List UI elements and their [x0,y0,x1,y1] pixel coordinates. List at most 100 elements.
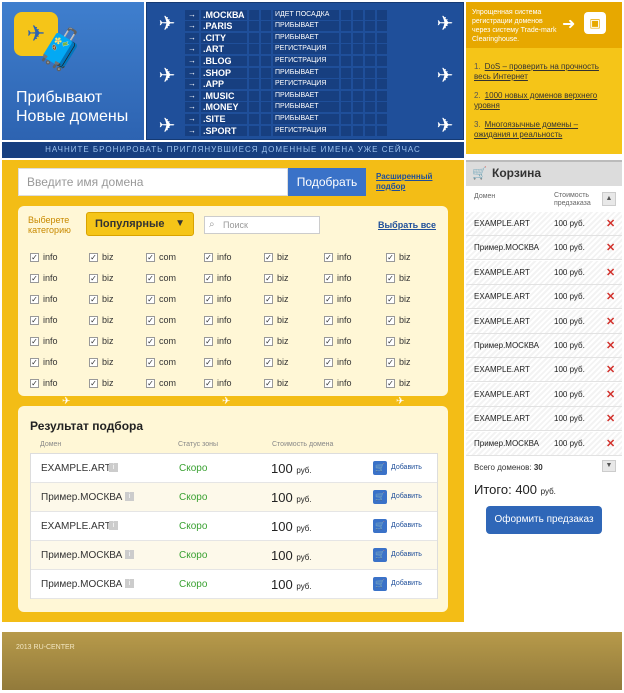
zone-checkbox[interactable]: ✓ biz [89,273,114,283]
checkbox-checked-icon[interactable]: ✓ [204,252,213,262]
add-to-cart-icon[interactable]: 🛒 [373,577,387,591]
checkbox-checked-icon[interactable]: ✓ [204,357,213,367]
zone-checkbox[interactable]: ✓ info [30,357,58,367]
news-item[interactable]: 2. 1000 новых доменов верхнего уровня [474,91,614,111]
zone-checkbox[interactable]: ✓ biz [89,252,114,262]
checkbox-checked-icon[interactable]: ✓ [264,315,273,325]
zone-checkbox[interactable]: ✓ biz [264,273,289,283]
checkbox-checked-icon[interactable]: ✓ [30,378,39,388]
zone-checkbox[interactable]: ✓ info [324,357,352,367]
zone-checkbox[interactable]: ✓ info [204,273,232,283]
zone-checkbox[interactable]: ✓ info [204,252,232,262]
add-to-cart-link[interactable]: Добавить [391,493,422,500]
checkbox-checked-icon[interactable]: ✓ [386,357,395,367]
zone-checkbox[interactable]: ✓ biz [89,315,114,325]
zone-checkbox[interactable]: ✓ biz [386,273,411,283]
info-icon[interactable]: i [125,579,134,588]
info-icon[interactable]: i [109,463,118,472]
zone-checkbox[interactable]: ✓ info [30,378,58,388]
checkbox-checked-icon[interactable]: ✓ [324,273,333,283]
zone-checkbox[interactable]: ✓ com [146,315,176,325]
zone-checkbox[interactable]: ✓ biz [264,252,289,262]
checkbox-checked-icon[interactable]: ✓ [30,357,39,367]
zone-checkbox[interactable]: ✓ biz [89,357,114,367]
news-item[interactable]: 1. DoS – проверить на прочность весь Инте… [474,62,614,82]
zone-checkbox[interactable]: ✓ biz [386,336,411,346]
add-to-cart-link[interactable]: Добавить [391,580,422,587]
category-dropdown[interactable]: Популярные ▼ [86,212,194,236]
news-link[interactable]: DoS – проверить на прочность весь Интерн… [474,62,599,81]
advanced-search-link[interactable]: Расширенный подбор [376,172,436,192]
zone-checkbox[interactable]: ✓ info [324,294,352,304]
checkbox-checked-icon[interactable]: ✓ [89,273,98,283]
zone-checkbox[interactable]: ✓ info [324,273,352,283]
checkbox-checked-icon[interactable]: ✓ [89,378,98,388]
search-button[interactable]: Подобрать [288,168,366,196]
checkbox-checked-icon[interactable]: ✓ [89,252,98,262]
zone-checkbox[interactable]: ✓ biz [264,378,289,388]
preorder-button[interactable]: Оформить предзаказ [486,506,602,534]
zone-checkbox[interactable]: ✓ info [30,252,58,262]
checkbox-checked-icon[interactable]: ✓ [30,273,39,283]
zone-checkbox[interactable]: ✓ biz [89,294,114,304]
add-to-cart-icon[interactable]: 🛒 [373,490,387,504]
checkbox-checked-icon[interactable]: ✓ [324,294,333,304]
zone-checkbox[interactable]: ✓ info [30,294,58,304]
zone-checkbox[interactable]: ✓ biz [264,357,289,367]
checkbox-checked-icon[interactable]: ✓ [89,336,98,346]
checkbox-checked-icon[interactable]: ✓ [30,252,39,262]
checkbox-checked-icon[interactable]: ✓ [264,294,273,304]
info-icon[interactable]: i [109,521,118,530]
checkbox-checked-icon[interactable]: ✓ [89,294,98,304]
checkbox-checked-icon[interactable]: ✓ [386,252,395,262]
checkbox-checked-icon[interactable]: ✓ [146,315,155,325]
zone-checkbox[interactable]: ✓ info [324,336,352,346]
checkbox-checked-icon[interactable]: ✓ [324,315,333,325]
checkbox-checked-icon[interactable]: ✓ [324,336,333,346]
checkbox-checked-icon[interactable]: ✓ [89,357,98,367]
checkbox-checked-icon[interactable]: ✓ [386,315,395,325]
checkbox-checked-icon[interactable]: ✓ [146,252,155,262]
zone-checkbox[interactable]: ✓ biz [89,336,114,346]
checkbox-checked-icon[interactable]: ✓ [89,315,98,325]
add-to-cart-icon[interactable]: 🛒 [373,519,387,533]
zone-checkbox[interactable]: ✓ info [30,273,58,283]
checkbox-checked-icon[interactable]: ✓ [30,294,39,304]
checkbox-checked-icon[interactable]: ✓ [146,294,155,304]
zone-checkbox[interactable]: ✓ biz [264,294,289,304]
zone-checkbox[interactable]: ✓ info [30,315,58,325]
checkbox-checked-icon[interactable]: ✓ [324,378,333,388]
checkbox-checked-icon[interactable]: ✓ [204,294,213,304]
zone-checkbox[interactable]: ✓ info [204,315,232,325]
checkbox-checked-icon[interactable]: ✓ [146,378,155,388]
checkbox-checked-icon[interactable]: ✓ [264,252,273,262]
zone-checkbox[interactable]: ✓ com [146,273,176,283]
zone-checkbox[interactable]: ✓ info [204,357,232,367]
zone-checkbox[interactable]: ✓ info [204,336,232,346]
info-icon[interactable]: i [125,550,134,559]
checkbox-checked-icon[interactable]: ✓ [146,357,155,367]
remove-icon[interactable]: ✕ [606,290,615,303]
checkbox-checked-icon[interactable]: ✓ [324,357,333,367]
add-to-cart-link[interactable]: Добавить [391,551,422,558]
news-link[interactable]: 1000 новых доменов верхнего уровня [474,91,597,110]
checkbox-checked-icon[interactable]: ✓ [30,336,39,346]
checkbox-checked-icon[interactable]: ✓ [204,336,213,346]
checkbox-checked-icon[interactable]: ✓ [386,273,395,283]
checkbox-checked-icon[interactable]: ✓ [264,336,273,346]
checkbox-checked-icon[interactable]: ✓ [386,294,395,304]
zone-checkbox[interactable]: ✓ biz [89,378,114,388]
zone-checkbox[interactable]: ✓ com [146,252,176,262]
remove-icon[interactable]: ✕ [606,388,615,401]
add-to-cart-icon[interactable]: 🛒 [373,461,387,475]
news-link[interactable]: Многоязычные домены – ожидания и реально… [474,120,578,139]
checkbox-checked-icon[interactable]: ✓ [30,315,39,325]
zone-checkbox[interactable]: ✓ biz [386,252,411,262]
add-to-cart-icon[interactable]: 🛒 [373,548,387,562]
checkbox-checked-icon[interactable]: ✓ [386,378,395,388]
checkbox-checked-icon[interactable]: ✓ [146,273,155,283]
scroll-down-button[interactable]: ▼ [602,460,616,472]
remove-icon[interactable]: ✕ [606,339,615,352]
zone-checkbox[interactable]: ✓ com [146,357,176,367]
remove-icon[interactable]: ✕ [606,363,615,376]
